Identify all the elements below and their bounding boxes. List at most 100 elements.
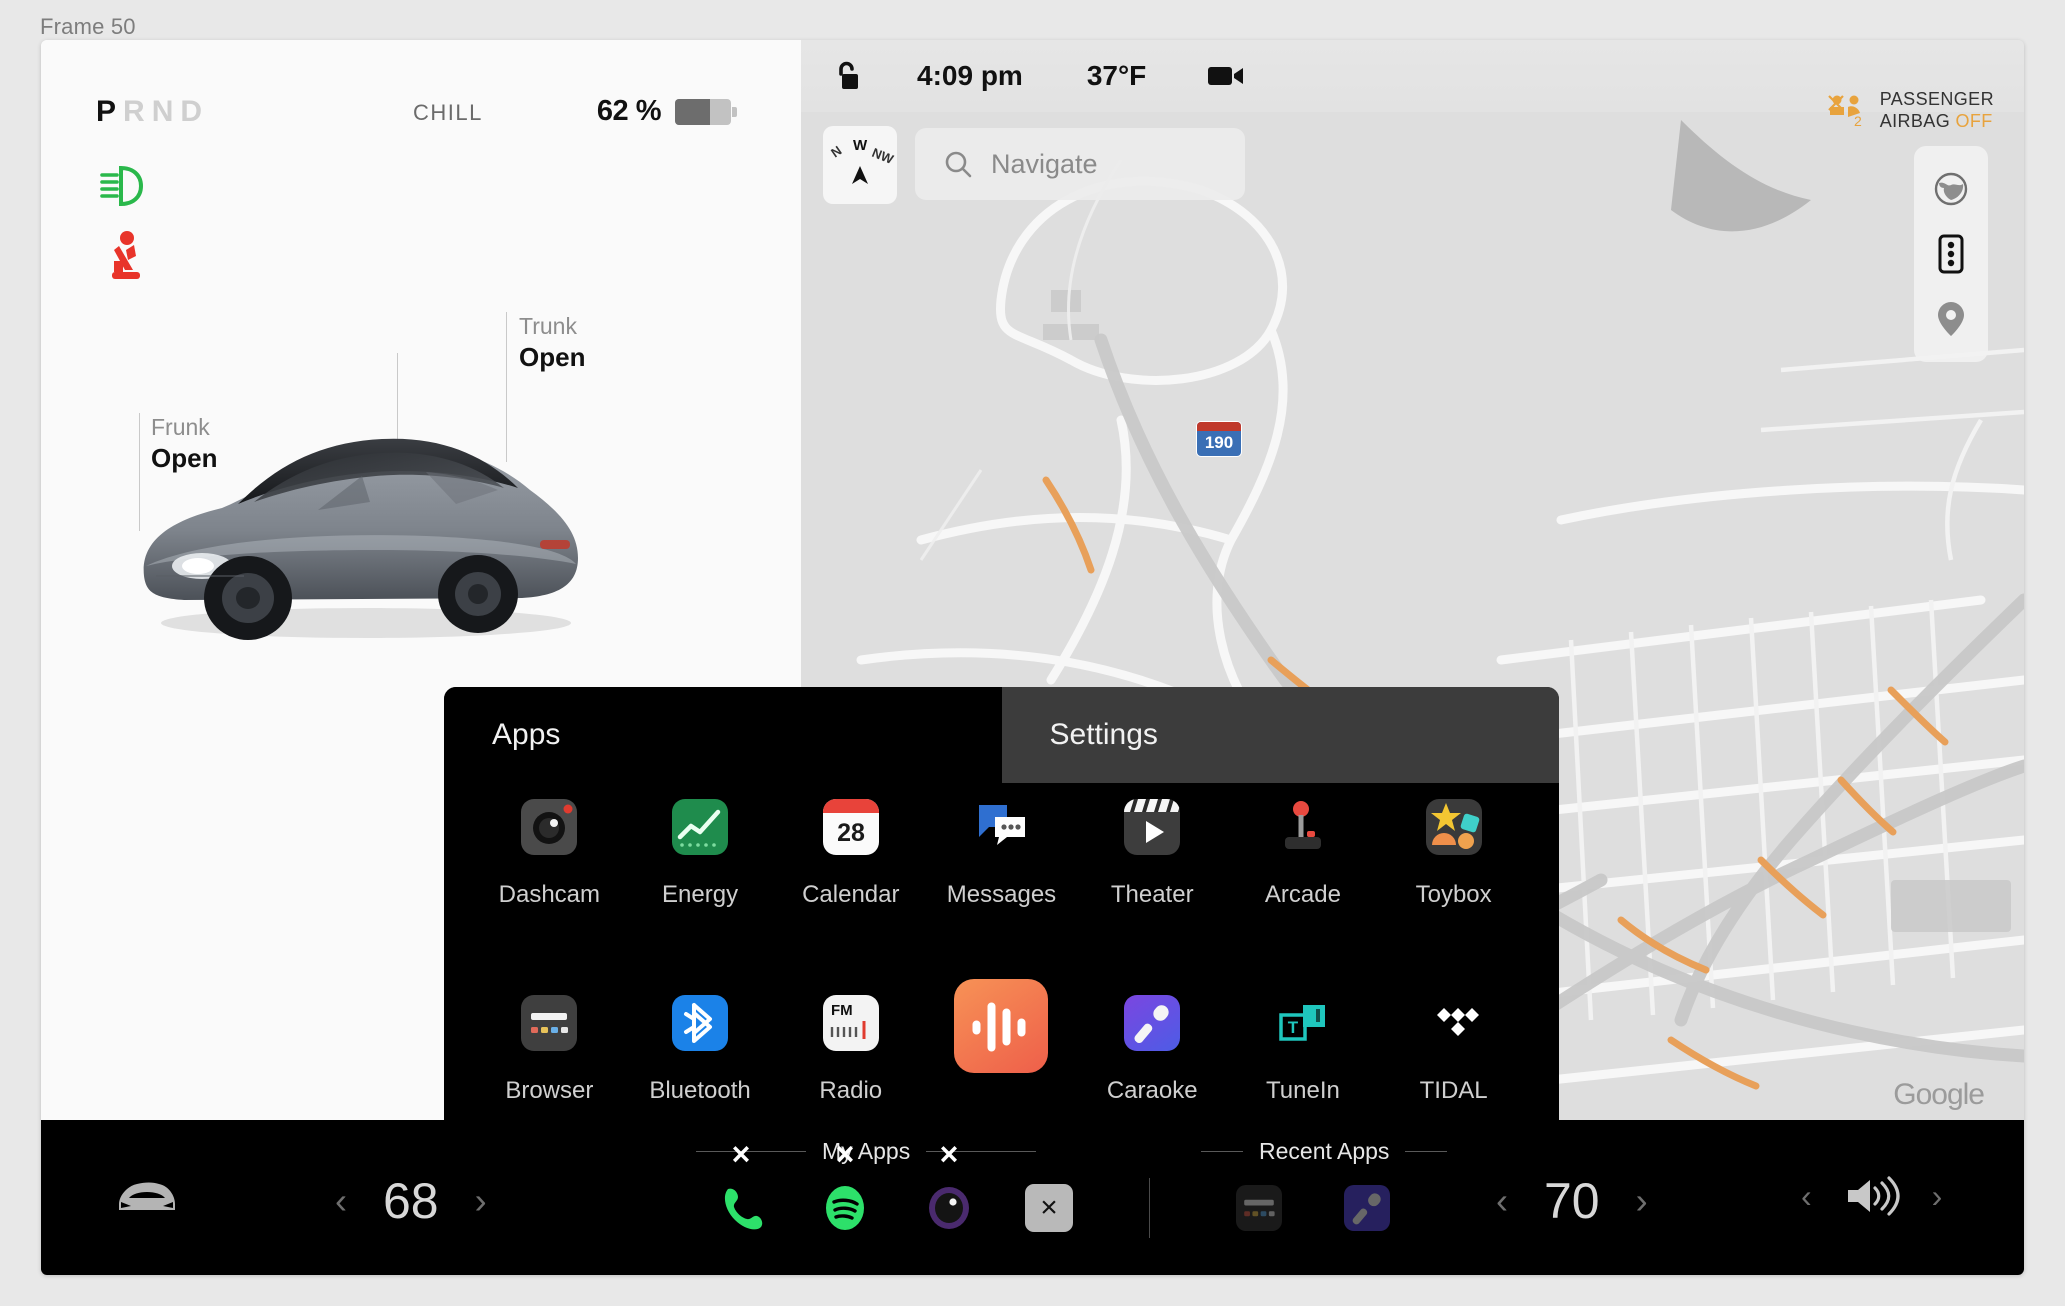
headlights-icon <box>100 165 144 207</box>
recent-apps-label: Recent Apps <box>1259 1138 1390 1164</box>
passenger-airbag-indicator: 2 PASSENGER AIRBAG OFF <box>1826 88 1994 132</box>
messages-icon <box>973 799 1029 855</box>
gear-d: D <box>180 95 210 128</box>
app-label: Calendar <box>802 881 900 908</box>
tesla-touchscreen: PRND CHILL 62 % Frunk Open Trunk Open 4:… <box>41 40 2024 1275</box>
theater-icon <box>1124 799 1181 855</box>
map-tools-panel[interactable] <box>1914 146 1988 362</box>
app-messages[interactable]: Messages <box>926 799 1077 977</box>
recent-browser[interactable] <box>1231 1180 1287 1236</box>
frame-label: Frame 50 <box>40 14 136 39</box>
car-image <box>143 438 578 640</box>
lock-open-icon-topbar[interactable] <box>833 61 859 91</box>
passenger-temperature-control[interactable]: ‹ 70 › <box>1496 1172 1648 1230</box>
app-dashcam[interactable]: Dashcam <box>474 799 625 977</box>
app-toybox[interactable]: Toybox <box>1378 799 1529 977</box>
tab-apps[interactable]: Apps <box>444 687 1002 783</box>
airbag-icon: 2 <box>1827 95 1862 127</box>
app-energy[interactable]: Energy <box>625 799 776 977</box>
app-label: Theater <box>1110 881 1194 908</box>
passenger-temp-increase[interactable]: › <box>1636 1180 1648 1222</box>
app-arcade[interactable]: Arcade <box>1228 799 1379 977</box>
gear-selector: PRND <box>96 95 209 129</box>
radio-icon: FM <box>822 995 879 1051</box>
app-calendar[interactable]: 28 Calendar <box>775 799 926 977</box>
navigate-search-bar[interactable]: Navigate <box>915 128 1245 200</box>
driver-temp-value: 68 <box>383 1173 439 1229</box>
dock-divider <box>1149 1178 1150 1238</box>
dashcam-record-icon[interactable] <box>1208 64 1244 88</box>
app-label: Arcade <box>1264 881 1341 908</box>
app-label: Dashcam <box>498 881 601 908</box>
svg-text:28: 28 <box>837 819 865 847</box>
airbag-line-1: PASSENGER <box>1879 89 1994 109</box>
car-controls-icon[interactable] <box>113 1176 181 1218</box>
gear-p: P <box>96 95 124 128</box>
airbag-state: OFF <box>1955 111 1993 131</box>
passenger-temp-decrease[interactable]: ‹ <box>1496 1180 1508 1222</box>
google-attribution: Google <box>1893 1078 1985 1111</box>
recent-caraoke[interactable] <box>1339 1180 1395 1236</box>
recent-apps-header: Recent Apps <box>1201 1138 1448 1165</box>
app-label: TuneIn <box>1266 1077 1340 1104</box>
callout-trunk[interactable]: Trunk Open <box>519 311 585 373</box>
dock-dashcam[interactable]: × <box>921 1138 977 1236</box>
battery-icon <box>675 98 737 125</box>
app-label: Toybox <box>1415 881 1492 908</box>
gear-n: N <box>151 95 181 128</box>
remove-badge[interactable]: × <box>940 1138 959 1170</box>
energy-icon <box>672 799 729 855</box>
driver-temperature-control[interactable]: ‹ 68 › <box>335 1172 487 1230</box>
location-pin-icon[interactable] <box>1929 297 1973 341</box>
gear-r: R <box>123 95 152 128</box>
passenger-temp-value: 70 <box>1544 1173 1600 1229</box>
bottom-control-bar[interactable]: ‹ 68 › My Apps × × × × Recent Apps ‹ 70 … <box>41 1120 2024 1275</box>
driver-temp-increase[interactable]: › <box>475 1180 487 1222</box>
volume-icon[interactable] <box>1844 1176 1900 1216</box>
globe-icon[interactable] <box>1929 167 1973 211</box>
search-icon <box>945 151 972 178</box>
dock-spotify[interactable]: × <box>817 1138 873 1236</box>
volume-decrease[interactable]: ‹ <box>1801 1178 1812 1215</box>
browser-icon <box>1236 1185 1282 1231</box>
dashcam-icon <box>929 1187 969 1229</box>
drawer-tabs[interactable]: Apps Settings <box>444 687 1559 783</box>
airbag-line-2: AIRBAG OFF <box>1879 111 1993 131</box>
tidal-icon <box>1426 995 1482 1051</box>
tunein-icon: T <box>1275 995 1331 1051</box>
audio-waveform-icon <box>954 979 1049 1073</box>
app-theater[interactable]: Theater <box>1077 799 1228 977</box>
battery-percent: 62 % <box>596 95 662 127</box>
my-apps-row[interactable]: × × × × <box>713 1138 1073 1236</box>
svg-text:NW: NW <box>870 145 896 167</box>
app-label: Caraoke <box>1106 1077 1198 1104</box>
recent-apps-row[interactable] <box>1231 1180 1395 1236</box>
toybox-icon <box>1425 799 1482 855</box>
svg-text:2: 2 <box>1854 113 1862 127</box>
traffic-light-icon[interactable] <box>1929 232 1973 276</box>
app-grid[interactable]: Dashcam Energy 28 Calendar Messages Thea… <box>444 783 1559 1147</box>
app-label: Radio <box>819 1077 883 1104</box>
driver-temp-decrease[interactable]: ‹ <box>335 1180 347 1222</box>
seatbelt-warning-icon <box>112 231 140 279</box>
remove-badge[interactable]: × <box>836 1138 855 1170</box>
remove-badge[interactable]: × <box>732 1138 751 1170</box>
karaoke-mic-icon <box>1344 1185 1390 1231</box>
app-drawer[interactable]: Apps Settings Dashcam Energy 28 Calendar… <box>444 687 1559 1147</box>
svg-text:W: W <box>853 137 868 154</box>
volume-increase[interactable]: › <box>1932 1178 1943 1215</box>
arcade-icon <box>1275 799 1331 855</box>
calendar-icon: 28 <box>822 799 879 855</box>
empty-app-slot[interactable]: × <box>1025 1184 1073 1232</box>
battery-status[interactable]: 62 % <box>596 95 737 128</box>
compass-button[interactable]: N W NW <box>823 126 897 204</box>
app-label: Messages <box>946 881 1057 908</box>
phone-icon <box>724 1188 763 1230</box>
dock-phone[interactable]: × <box>713 1138 769 1236</box>
svg-text:T: T <box>1288 1018 1299 1037</box>
volume-control[interactable]: ‹ › <box>1801 1176 1942 1216</box>
callout-trunk-title: Trunk <box>519 313 577 339</box>
tab-settings[interactable]: Settings <box>1001 687 1559 783</box>
svg-text:FM: FM <box>831 1002 853 1019</box>
clock: 4:09 pm <box>917 60 1023 91</box>
